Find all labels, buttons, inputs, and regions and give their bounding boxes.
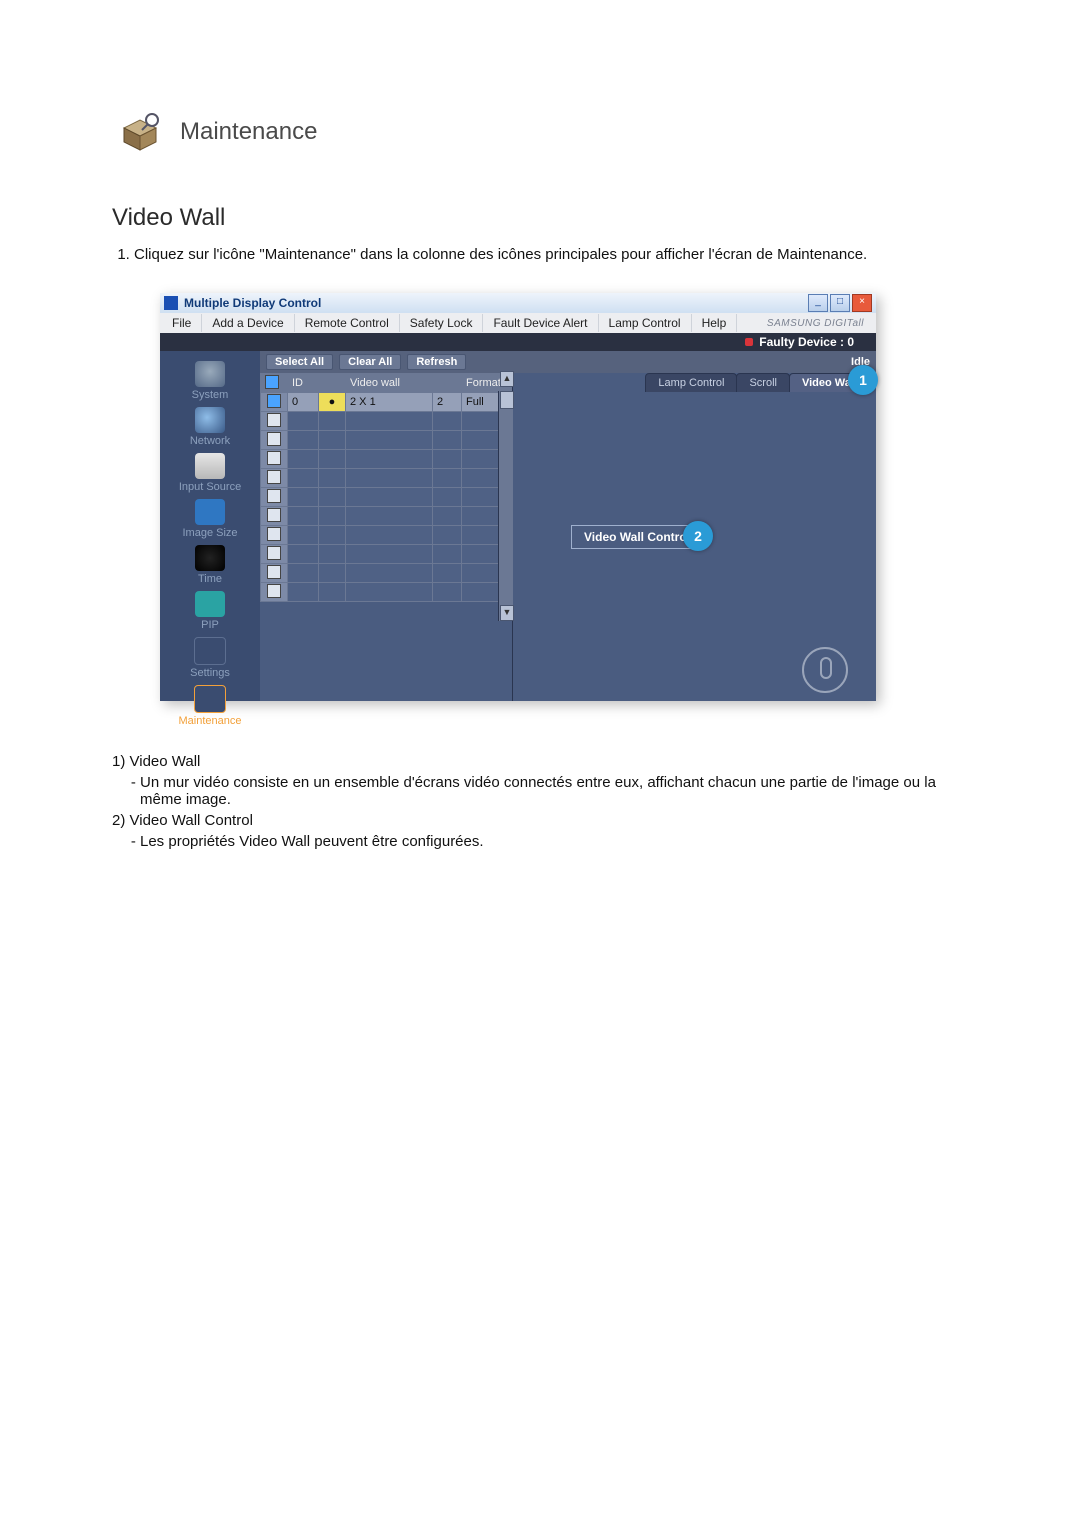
minimize-button[interactable]: _ — [808, 294, 828, 312]
device-table: ID Video wall Format 0 ● 2 X 1 — [260, 373, 512, 602]
legend: 1) Video Wall Un mur vidéo consiste en u… — [112, 753, 968, 850]
close-button[interactable]: × — [852, 294, 872, 312]
pip-icon — [195, 591, 225, 617]
window-title: Multiple Display Control — [184, 296, 808, 310]
sidebar-item-maintenance[interactable]: Maintenance — [160, 685, 260, 727]
app-screenshot: Multiple Display Control _ □ × File Add … — [160, 293, 876, 701]
watermark-icon — [802, 647, 848, 693]
col-status-icon — [319, 374, 346, 393]
network-icon — [195, 407, 225, 433]
sidebar-label-pip: PIP — [201, 619, 219, 631]
callout-1: 1 — [848, 365, 878, 395]
content-toolbar: Select All Clear All Refresh Idle — [260, 351, 876, 373]
section-title: Video Wall — [112, 204, 1080, 232]
device-table-pane: ID Video wall Format 0 ● 2 X 1 — [260, 373, 513, 701]
legend-1-body: Un mur vidéo consiste en un ensemble d'é… — [140, 774, 968, 808]
col-id: ID — [288, 374, 319, 393]
app-icon — [164, 296, 178, 310]
sidebar-item-time[interactable]: Time — [160, 545, 260, 585]
legend-2-title: 2) Video Wall Control — [112, 812, 968, 829]
menu-remote-control[interactable]: Remote Control — [295, 314, 400, 332]
window-titlebar: Multiple Display Control _ □ × — [160, 293, 876, 313]
image-size-icon — [195, 499, 225, 525]
menu-fault-device-alert[interactable]: Fault Device Alert — [483, 314, 598, 332]
subtab-lamp-control[interactable]: Lamp Control — [645, 373, 737, 392]
fault-indicator-icon — [745, 338, 753, 346]
scroll-up-icon[interactable]: ▲ — [500, 371, 514, 387]
sidebar-item-system[interactable]: System — [160, 361, 260, 401]
menu-help[interactable]: Help — [692, 314, 738, 332]
brand-label: SAMSUNG DIGITall — [757, 316, 874, 331]
sidebar-item-settings[interactable]: Settings — [160, 637, 260, 679]
menu-file[interactable]: File — [162, 314, 202, 332]
input-source-icon — [195, 453, 225, 479]
faulty-device-count: Faulty Device : 0 — [759, 335, 854, 349]
table-row[interactable]: 0 ● 2 X 1 2 Full — [261, 393, 512, 412]
sidebar-label-image-size: Image Size — [182, 527, 237, 539]
refresh-button[interactable]: Refresh — [407, 354, 466, 370]
scroll-down-icon[interactable]: ▼ — [500, 605, 514, 621]
col-n — [433, 374, 462, 393]
settings-icon — [194, 637, 226, 665]
select-all-button[interactable]: Select All — [266, 354, 333, 370]
maintenance-icon — [118, 110, 162, 154]
cell-n: 2 — [433, 393, 462, 412]
col-video-wall: Video wall — [346, 374, 433, 393]
instruction-1: Cliquez sur l'icône "Maintenance" dans l… — [134, 246, 1080, 263]
menu-lamp-control[interactable]: Lamp Control — [599, 314, 692, 332]
scroll-thumb[interactable] — [500, 391, 514, 409]
sidebar-label-settings: Settings — [190, 667, 230, 679]
legend-1-title: 1) Video Wall — [112, 753, 968, 770]
cell-status: ● — [319, 393, 346, 412]
sidebar: System Network Input Source Image Size T… — [160, 351, 260, 701]
sidebar-label-input-source: Input Source — [179, 481, 241, 493]
detail-pane: Lamp Control Scroll Video Wall 1 Video W… — [513, 373, 876, 701]
row-checkbox[interactable] — [267, 394, 281, 408]
time-icon — [195, 545, 225, 571]
menu-add-device[interactable]: Add a Device — [202, 314, 294, 332]
sidebar-label-time: Time — [198, 573, 222, 585]
menubar: File Add a Device Remote Control Safety … — [160, 313, 876, 333]
system-icon — [195, 361, 225, 387]
cell-video-wall: 2 X 1 — [346, 393, 433, 412]
sidebar-label-maintenance: Maintenance — [179, 715, 242, 727]
cell-id: 0 — [288, 393, 319, 412]
menu-safety-lock[interactable]: Safety Lock — [400, 314, 484, 332]
table-scrollbar[interactable]: ▲ ▼ — [498, 391, 513, 621]
page-heading: Maintenance — [180, 118, 317, 146]
sidebar-item-network[interactable]: Network — [160, 407, 260, 447]
sidebar-label-network: Network — [190, 435, 230, 447]
callout-2: 2 — [683, 521, 713, 551]
legend-2-body: Les propriétés Video Wall peuvent être c… — [140, 833, 968, 850]
sidebar-item-image-size[interactable]: Image Size — [160, 499, 260, 539]
subtab-scroll[interactable]: Scroll — [736, 373, 790, 392]
maintenance-icon-sidebar — [194, 685, 226, 713]
sidebar-item-input-source[interactable]: Input Source — [160, 453, 260, 493]
maximize-button[interactable]: □ — [830, 294, 850, 312]
col-checkbox[interactable] — [261, 374, 288, 393]
sidebar-item-pip[interactable]: PIP — [160, 591, 260, 631]
clear-all-button[interactable]: Clear All — [339, 354, 401, 370]
sidebar-label-system: System — [192, 389, 229, 401]
faulty-device-bar: Faulty Device : 0 — [160, 333, 876, 351]
